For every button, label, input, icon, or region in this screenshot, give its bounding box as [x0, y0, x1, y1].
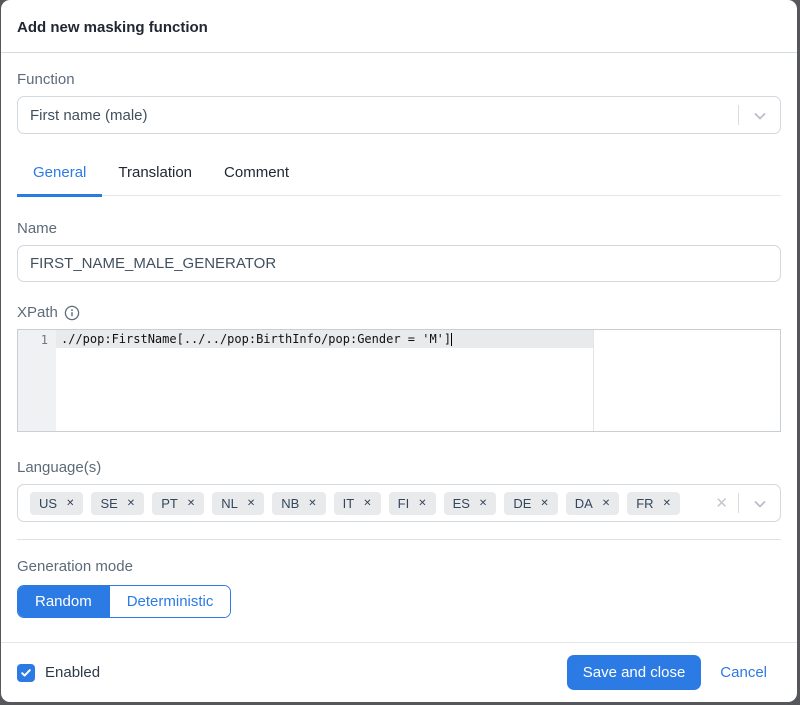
language-tag-label: FR [636, 496, 653, 511]
remove-tag-icon[interactable]: ✕ [308, 498, 316, 509]
name-label: Name [17, 220, 781, 237]
language-tag-label: NB [281, 496, 299, 511]
language-tag-label: DA [575, 496, 593, 511]
enabled-checkbox[interactable] [17, 664, 35, 682]
select-divider [738, 493, 739, 513]
remove-tag-icon[interactable]: ✕ [247, 498, 255, 509]
tab-translation[interactable]: Translation [102, 164, 208, 195]
editor-empty-area [594, 330, 780, 431]
language-tag-es: ES ✕ [444, 492, 497, 515]
chevron-down-icon[interactable] [753, 109, 767, 127]
remove-tag-icon[interactable]: ✕ [418, 498, 426, 509]
section-divider [17, 539, 781, 540]
language-tag-label: ES [453, 496, 470, 511]
xpath-code-text: .//pop:FirstName[../../pop:BirthInfo/pop… [61, 330, 451, 348]
tab-bar: General Translation Comment [17, 164, 781, 196]
cancel-button[interactable]: Cancel [720, 664, 767, 681]
function-select-value: First name (male) [30, 107, 148, 124]
language-tag-da: DA ✕ [566, 492, 619, 515]
save-and-close-button[interactable]: Save and close [567, 655, 702, 690]
language-tag-se: SE ✕ [91, 492, 144, 515]
language-tag-label: FI [398, 496, 410, 511]
languages-label: Language(s) [17, 459, 781, 476]
language-tag-fi: FI ✕ [389, 492, 436, 515]
remove-tag-icon[interactable]: ✕ [540, 498, 548, 509]
editor-active-line: .//pop:FirstName[../../pop:BirthInfo/pop… [56, 330, 593, 348]
generation-mode-toggle: Random Deterministic [17, 585, 231, 618]
language-tag-label: NL [221, 496, 238, 511]
language-tag-it: IT ✕ [334, 492, 381, 515]
language-tag-us: US ✕ [30, 492, 83, 515]
remove-tag-icon[interactable]: ✕ [187, 498, 195, 509]
generation-mode-label: Generation mode [17, 558, 781, 575]
remove-tag-icon[interactable]: ✕ [602, 498, 610, 509]
text-cursor [451, 333, 452, 346]
tab-general[interactable]: General [17, 164, 102, 197]
language-tag-nb: NB ✕ [272, 492, 325, 515]
dialog-header: Add new masking function [1, 0, 797, 53]
xpath-code-editor[interactable]: 1 .//pop:FirstName[../../pop:BirthInfo/p… [17, 329, 781, 432]
tab-comment[interactable]: Comment [208, 164, 305, 195]
add-masking-function-dialog: Add new masking function Function First … [1, 0, 797, 702]
function-select[interactable]: First name (male) [17, 96, 781, 134]
checkmark-icon [20, 667, 32, 679]
language-tag-pt: PT ✕ [152, 492, 204, 515]
clear-all-icon[interactable]: ✕ [715, 494, 728, 512]
languages-multiselect[interactable]: US ✕ SE ✕ PT ✕ NL ✕ NB ✕ IT ✕ FI ✕ ES ✕ DE ✕ DA ✕ FR ✕ ✕ [17, 484, 781, 522]
language-tag-nl: NL ✕ [212, 492, 264, 515]
editor-line-number-gutter: 1 [18, 330, 56, 431]
xpath-label: XPath [17, 304, 58, 321]
remove-tag-icon[interactable]: ✕ [363, 498, 371, 509]
language-tag-label: PT [161, 496, 178, 511]
remove-tag-icon[interactable]: ✕ [479, 498, 487, 509]
dialog-title: Add new masking function [17, 19, 781, 36]
editor-code-region[interactable]: .//pop:FirstName[../../pop:BirthInfo/pop… [56, 330, 593, 431]
remove-tag-icon[interactable]: ✕ [127, 498, 135, 509]
generation-mode-deterministic[interactable]: Deterministic [109, 586, 231, 617]
language-tag-de: DE ✕ [504, 492, 557, 515]
enabled-label: Enabled [45, 664, 100, 681]
dialog-body: Function First name (male) General Trans… [1, 53, 797, 642]
remove-tag-icon[interactable]: ✕ [663, 498, 671, 509]
select-divider [738, 105, 739, 125]
language-tag-label: US [39, 496, 57, 511]
generation-mode-random[interactable]: Random [18, 586, 109, 617]
function-label: Function [17, 71, 781, 88]
language-tag-label: SE [100, 496, 117, 511]
language-tag-fr: FR ✕ [627, 492, 680, 515]
remove-tag-icon[interactable]: ✕ [66, 498, 74, 509]
dialog-footer: Enabled Save and close Cancel [1, 642, 797, 702]
name-input[interactable] [17, 245, 781, 282]
info-icon[interactable] [64, 305, 80, 321]
language-tag-label: DE [513, 496, 531, 511]
language-tag-label: IT [343, 496, 355, 511]
chevron-down-icon[interactable] [753, 497, 767, 515]
